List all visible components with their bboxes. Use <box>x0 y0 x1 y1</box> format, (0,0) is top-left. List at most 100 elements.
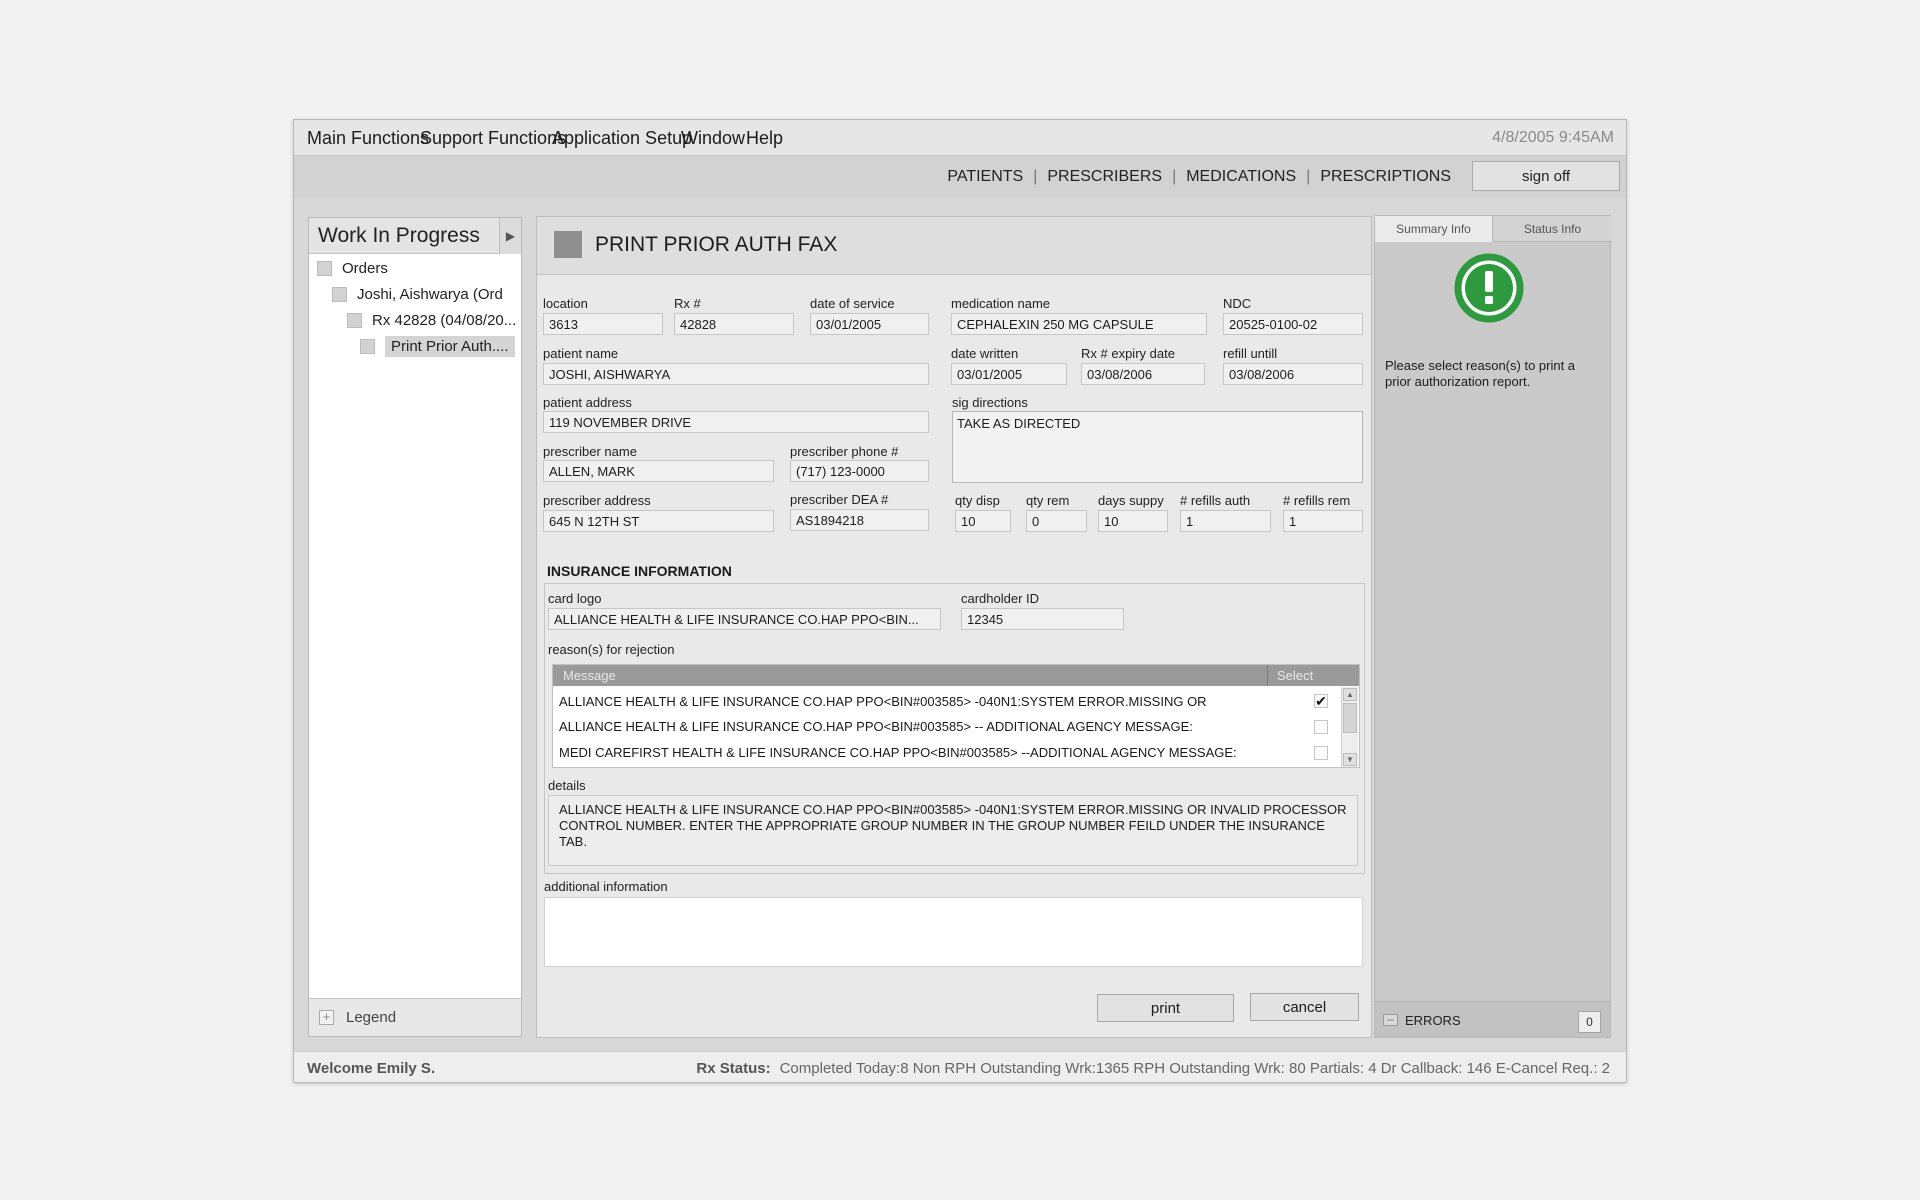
location-label: location <box>543 296 588 311</box>
tree-item-patient[interactable]: Joshi, Aishwarya (Ord <box>332 286 503 303</box>
refills-auth-field[interactable]: 1 <box>1180 510 1271 532</box>
scroll-down-icon[interactable]: ▼ <box>1343 753 1357 766</box>
tab-summary-info[interactable]: Summary Info <box>1375 216 1493 242</box>
qty-rem-field[interactable]: 0 <box>1026 510 1087 532</box>
sig-directions-field[interactable]: TAKE AS DIRECTED <box>952 411 1363 483</box>
column-header-message: Message <box>563 668 616 683</box>
nav-bar: PATIENTS | PRESCRIBERS | MEDICATIONS | P… <box>294 156 1626 198</box>
rx-status-values: Completed Today:8 Non RPH Outstanding Wr… <box>779 1060 1610 1077</box>
location-field[interactable]: 3613 <box>543 313 663 335</box>
details-label: details <box>548 778 586 793</box>
rx-expiry-field[interactable]: 03/08/2006 <box>1081 363 1205 385</box>
qty-rem-label: qty rem <box>1026 493 1070 508</box>
patient-address-label: patient address <box>543 395 632 410</box>
form-header: PRINT PRIOR AUTH FAX <box>537 217 1371 275</box>
days-supply-field[interactable]: 10 <box>1098 510 1168 532</box>
nav-patients[interactable]: PATIENTS <box>937 168 1033 186</box>
select-checkbox[interactable]: ✔ <box>1314 694 1328 708</box>
table-row-message[interactable]: ALLIANCE HEALTH & LIFE INSURANCE CO.HAP … <box>559 694 1207 709</box>
prescriber-address-label: prescriber address <box>543 493 651 508</box>
table-row-message[interactable]: ALLIANCE HEALTH & LIFE INSURANCE CO.HAP … <box>559 719 1193 734</box>
ndc-field[interactable]: 20525-0100-02 <box>1223 313 1363 335</box>
table-row-message[interactable]: MEDI CAREFIRST HEALTH & LIFE INSURANCE C… <box>559 745 1237 760</box>
menu-main-functions[interactable]: Main Functions <box>307 128 429 149</box>
collapse-icon[interactable]: – <box>1383 1013 1398 1026</box>
menu-application-setup[interactable]: Application Setup <box>552 128 692 149</box>
menu-help[interactable]: Help <box>746 128 783 149</box>
rejection-reasons-table: Message Select ALLIANCE HEALTH & LIFE IN… <box>552 664 1360 768</box>
legend-label: Legend <box>346 1009 397 1026</box>
card-logo-field[interactable]: ALLIANCE HEALTH & LIFE INSURANCE CO.HAP … <box>548 608 941 630</box>
status-bar: Welcome Emily S. Rx Status: Completed Tod… <box>294 1051 1626 1082</box>
pharmacy-app-window: Main Functions Support Functions Applica… <box>293 119 1627 1083</box>
prescriber-address-field[interactable]: 645 N 12TH ST <box>543 510 774 532</box>
tab-status-info[interactable]: Status Info <box>1493 216 1612 242</box>
form-icon <box>554 231 582 258</box>
table-header: Message Select <box>553 665 1359 686</box>
legend-bar[interactable]: + Legend <box>309 998 521 1036</box>
prescriber-name-field[interactable]: ALLEN, MARK <box>543 460 774 482</box>
cancel-button[interactable]: cancel <box>1250 993 1359 1021</box>
ndc-label: NDC <box>1223 296 1252 311</box>
table-scrollbar[interactable]: ▲ ▼ <box>1341 687 1358 767</box>
errors-label: ERRORS <box>1405 1013 1461 1028</box>
days-supply-label: days suppy <box>1098 493 1164 508</box>
tree-item-label: Joshi, Aishwarya (Ord <box>357 286 503 303</box>
print-button[interactable]: print <box>1097 994 1234 1022</box>
refill-until-field[interactable]: 03/08/2006 <box>1223 363 1363 385</box>
wip-header: Work In Progress ▶ <box>309 218 521 254</box>
tree-item-rx[interactable]: Rx 42828 (04/08/20... <box>347 312 516 329</box>
menu-support-functions[interactable]: Support Functions <box>420 128 566 149</box>
cardholder-id-field[interactable]: 12345 <box>961 608 1124 630</box>
refill-until-label: refill untill <box>1223 346 1278 361</box>
rx-status: Rx Status: Completed Today:8 Non RPH Outs… <box>696 1060 1610 1077</box>
scroll-up-icon[interactable]: ▲ <box>1343 688 1357 701</box>
expand-arrow-icon[interactable]: ▶ <box>499 218 521 254</box>
folder-icon <box>332 287 347 302</box>
prescriber-phone-field[interactable]: (717) 123-0000 <box>790 460 929 482</box>
date-written-label: date written <box>951 346 1019 361</box>
rejection-reasons-label: reason(s) for rejection <box>548 642 675 657</box>
nav-medications[interactable]: MEDICATIONS <box>1176 168 1306 186</box>
refills-rem-label: # refills rem <box>1283 493 1351 508</box>
select-checkbox[interactable] <box>1314 746 1328 760</box>
errors-bar[interactable]: – ERRORS 0 <box>1375 1001 1610 1037</box>
refills-auth-label: # refills auth <box>1180 493 1251 508</box>
scroll-thumb[interactable] <box>1343 703 1357 733</box>
tree-item-orders[interactable]: Orders <box>317 260 388 277</box>
patient-address-field[interactable]: 119 NOVEMBER DRIVE <box>543 411 929 433</box>
folder-icon <box>317 261 332 276</box>
sign-off-button[interactable]: sign off <box>1472 161 1620 191</box>
rx-expiry-label: Rx # expiry date <box>1081 346 1175 361</box>
tree-item-label: Print Prior Auth.... <box>385 336 515 357</box>
medication-name-field[interactable]: CEPHALEXIN 250 MG CAPSULE <box>951 313 1207 335</box>
rx-number-field[interactable]: 42828 <box>674 313 794 335</box>
menu-bar: Main Functions Support Functions Applica… <box>294 120 1626 156</box>
nav-prescribers[interactable]: PRESCRIBERS <box>1037 168 1172 186</box>
select-checkbox[interactable] <box>1314 720 1328 734</box>
sig-directions-label: sig directions <box>952 395 1028 410</box>
tree-item-print-prior-auth[interactable]: Print Prior Auth.... <box>360 336 515 357</box>
tree-item-label: Rx 42828 (04/08/20... <box>372 312 517 329</box>
patient-name-field[interactable]: JOSHI, AISHWARYA <box>543 363 929 385</box>
date-written-field[interactable]: 03/01/2005 <box>951 363 1067 385</box>
refills-rem-field[interactable]: 1 <box>1283 510 1363 532</box>
cardholder-id-label: cardholder ID <box>961 591 1040 606</box>
date-of-service-field[interactable]: 03/01/2005 <box>810 313 929 335</box>
prescriber-dea-field[interactable]: AS1894218 <box>790 509 929 531</box>
menu-window[interactable]: Window <box>681 128 745 149</box>
patient-name-label: patient name <box>543 346 619 361</box>
qty-disp-field[interactable]: 10 <box>955 510 1011 532</box>
status-message: Please select reason(s) to print a prior… <box>1385 358 1576 389</box>
plus-icon[interactable]: + <box>319 1010 334 1025</box>
alert-exclamation-icon <box>1454 253 1524 323</box>
medication-name-label: medication name <box>951 296 1050 311</box>
welcome-text: Welcome Emily S. <box>307 1060 436 1077</box>
date-of-service-label: date of service <box>810 296 895 311</box>
card-logo-label: card logo <box>548 591 602 606</box>
nav-prescriptions[interactable]: PRESCRIPTIONS <box>1310 168 1461 186</box>
rx-status-label: Rx Status: <box>696 1060 771 1077</box>
additional-info-input[interactable] <box>544 897 1363 967</box>
document-icon <box>360 339 375 354</box>
prior-auth-form-panel: PRINT PRIOR AUTH FAX location 3613 Rx # … <box>536 216 1372 1038</box>
